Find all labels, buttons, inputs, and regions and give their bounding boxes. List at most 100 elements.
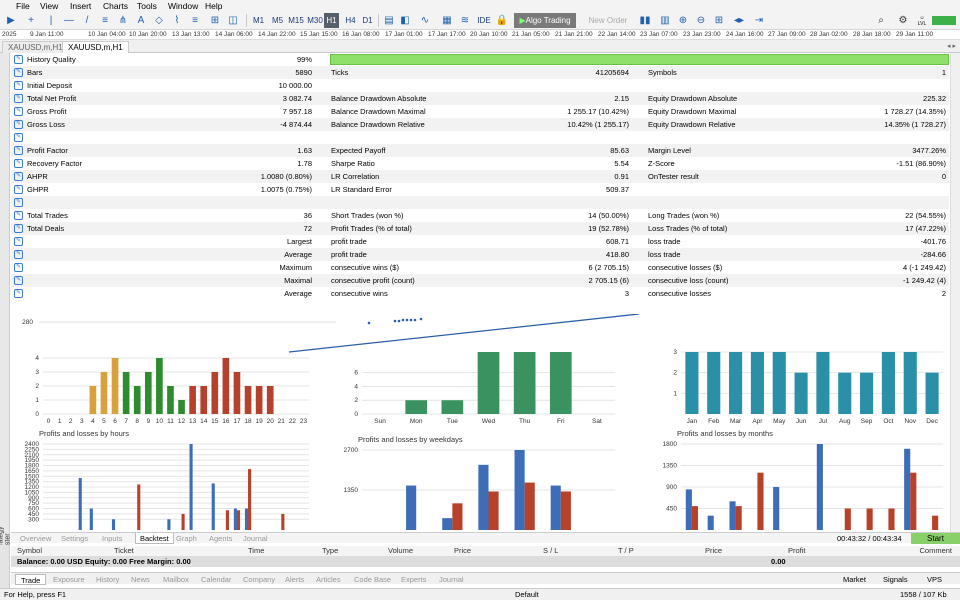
trade-column-header[interactable]: Time [248,546,264,555]
fibo-icon[interactable]: ⋔ [116,13,130,28]
tab-inputs[interactable]: Inputs [102,533,122,544]
tab-settings[interactable]: Settings [61,533,88,544]
templates-icon[interactable]: ◫ [226,13,240,28]
channel-icon[interactable]: ≡ [98,13,112,28]
market-link[interactable]: Market [843,574,866,585]
vertical-line-icon[interactable]: | [44,13,58,28]
edit-icon[interactable]: ✎ [14,289,23,298]
timeframe-d1[interactable]: D1 [360,13,375,28]
edit-icon[interactable]: ✎ [14,276,23,285]
edit-icon[interactable]: ✎ [14,68,23,77]
autoscroll-icon[interactable]: ◂▸ [732,13,746,28]
edit-icon[interactable]: ✎ [14,198,23,207]
algo-trading-button[interactable]: ▶ Algo Trading [514,13,576,28]
terminal-tab-alerts[interactable]: Alerts [285,574,304,585]
menu-tools[interactable]: Tools [137,1,157,11]
edit-icon[interactable]: ✎ [14,263,23,272]
timeframe-h1[interactable]: H1 [324,13,339,28]
edit-icon[interactable]: ✎ [14,172,23,181]
chart-tab[interactable]: XAUUSD,m,H1 [62,41,129,53]
new-chart-icon[interactable]: ▤ [382,13,396,28]
edit-icon[interactable]: ✎ [14,120,23,129]
edit-icon[interactable]: ✎ [14,55,23,64]
tab-journal[interactable]: Journal [243,533,268,544]
signals-link[interactable]: Signals [883,574,908,585]
terminal-tab-exposure[interactable]: Exposure [53,574,85,585]
terminal-tab-mailbox[interactable]: Mailbox [163,574,189,585]
timeframe-h4[interactable]: H4 [343,13,358,28]
menu-file[interactable]: File [16,1,30,11]
zoom-in-icon[interactable]: ⊕ [676,13,690,28]
menu-window[interactable]: Window [168,1,198,11]
edit-icon[interactable]: ✎ [14,250,23,259]
trade-column-header[interactable]: Type [322,546,338,555]
trade-column-header[interactable]: Ticket [114,546,134,555]
zoom-out-icon[interactable]: ⊖ [694,13,708,28]
cursor-icon[interactable]: ▶ [4,13,18,28]
depth-icon[interactable]: ▮▮ [638,13,652,28]
edit-icon[interactable]: ✎ [14,94,23,103]
trade-column-header[interactable]: Comment [919,546,952,555]
chart-tab[interactable]: XAUUSD,m,H1 [2,41,69,53]
edit-icon[interactable]: ✎ [14,159,23,168]
terminal-tab-journal[interactable]: Journal [439,574,464,585]
menu-insert[interactable]: Insert [70,1,91,11]
vertical-scrollbar[interactable] [950,53,960,532]
tester-icon[interactable]: ▦ [440,13,454,28]
terminal-tab-experts[interactable]: Experts [401,574,426,585]
trade-column-header[interactable]: S / L [543,546,558,555]
terminal-tab-trade[interactable]: Trade [15,574,47,585]
objects-icon[interactable]: ⊞ [208,13,222,28]
tab-backtest[interactable]: Backtest [135,533,174,544]
vps-link[interactable]: VPS [927,574,942,585]
indicators-icon[interactable]: ∿ [418,13,432,28]
chart-shift-icon[interactable]: ⇥ [752,13,766,28]
new-order-button[interactable]: New Order [582,13,634,28]
arrows-icon[interactable]: ⌇ [170,13,184,28]
trendline-icon[interactable]: / [80,13,94,28]
edit-icon[interactable]: ✎ [14,224,23,233]
tab-agents[interactable]: Agents [209,533,232,544]
edit-icon[interactable]: ✎ [14,81,23,90]
edit-icon[interactable]: ✎ [14,133,23,142]
menu-view[interactable]: View [40,1,58,11]
terminal-tab-news[interactable]: News [131,574,150,585]
trade-column-header[interactable]: T / P [618,546,634,555]
tabs-scroll-icon[interactable]: ◂ ▸ [947,42,956,50]
trade-column-header[interactable]: Volume [388,546,413,555]
tester-side-panel[interactable]: Strategy Tester [0,53,12,553]
start-button[interactable]: Start [911,533,960,544]
edit-icon[interactable]: ✎ [14,237,23,246]
edit-icon[interactable]: ✎ [14,211,23,220]
terminal-tab-history[interactable]: History [96,574,119,585]
text-icon[interactable]: A [134,13,148,28]
crosshair-icon[interactable]: + [24,13,38,28]
tab-graph[interactable]: Graph [176,533,197,544]
search-icon[interactable]: ⌕ [874,13,888,28]
settings-icon[interactable]: ⚙ [896,13,910,28]
shapes-icon[interactable]: ◇ [152,13,166,28]
trade-column-header[interactable]: Symbol [17,546,42,555]
tile-icon[interactable]: ⊞ [712,13,726,28]
ide-button[interactable]: IDE [476,13,492,28]
menu-icon[interactable]: ≡ [188,13,202,28]
edit-icon[interactable]: ✎ [14,107,23,116]
terminal-tab-code-base[interactable]: Code Base [354,574,391,585]
market-watch-icon[interactable]: ≋ [458,13,472,28]
chart-bars-icon[interactable]: ▥ [658,13,672,28]
horizontal-line-icon[interactable]: — [62,13,76,28]
menu-charts[interactable]: Charts [103,1,128,11]
trade-column-header[interactable]: Price [705,546,722,555]
tab-overview[interactable]: Overview [20,533,51,544]
terminal-tab-articles[interactable]: Articles [316,574,341,585]
menu-help[interactable]: Help [205,1,222,11]
timeframe-m5[interactable]: M5 [270,13,285,28]
toolbox-side-panel[interactable] [0,545,10,590]
balance-row[interactable]: Balance: 0.00 USD Equity: 0.00 Free Marg… [11,556,960,567]
timeframe-m30[interactable]: M30 [306,13,324,28]
lock-icon[interactable]: 🔒 [495,13,509,28]
trade-column-header[interactable]: Profit [788,546,806,555]
edit-icon[interactable]: ✎ [14,185,23,194]
profiles-icon[interactable]: ◧ [398,13,412,28]
terminal-tab-company[interactable]: Company [243,574,275,585]
